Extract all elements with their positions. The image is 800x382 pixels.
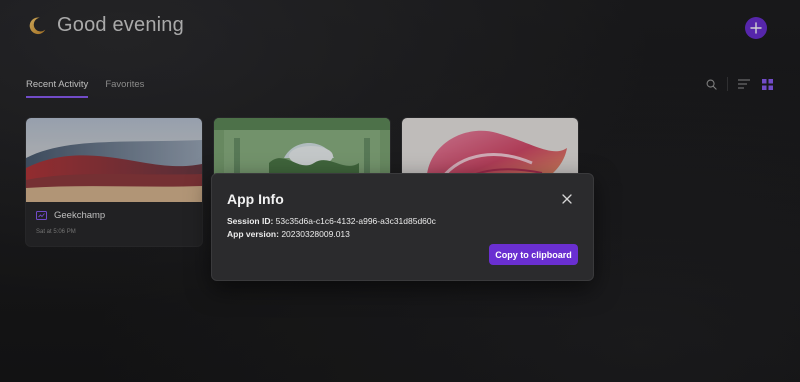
- close-icon: [562, 194, 572, 204]
- session-id-label: Session ID:: [227, 216, 274, 226]
- session-id-row: Session ID: 53c35d6a-c1c6-4132-a996-a3c3…: [227, 216, 436, 226]
- copy-to-clipboard-button[interactable]: Copy to clipboard: [489, 244, 578, 265]
- app-version-label: App version:: [227, 229, 279, 239]
- dialog-title: App Info: [227, 191, 284, 207]
- app-version-row: App version: 20230328009.013: [227, 229, 350, 239]
- app-info-dialog: App Info Session ID: 53c35d6a-c1c6-4132-…: [211, 173, 594, 281]
- app-version-value: 20230328009.013: [281, 229, 350, 239]
- close-button[interactable]: [560, 192, 574, 206]
- session-id-value: 53c35d6a-c1c6-4132-a996-a3c31d85d60c: [275, 216, 436, 226]
